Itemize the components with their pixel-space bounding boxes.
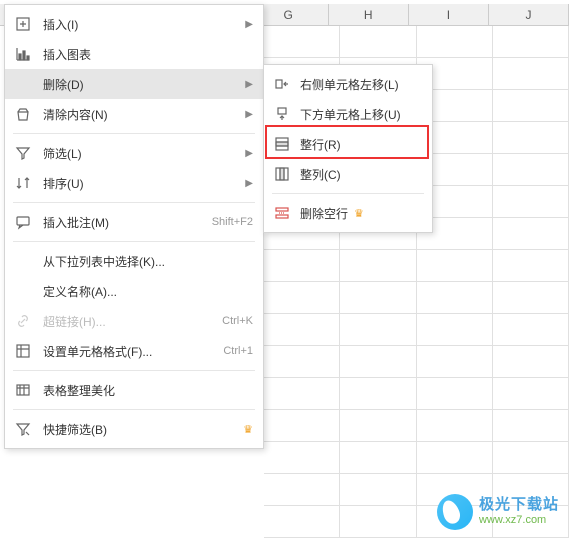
menu-select-from-list-label: 从下拉列表中选择(K)...: [43, 253, 253, 270]
menu-quick-filter-label: 快捷筛选(B): [43, 421, 237, 438]
menu-shortcut: Ctrl+1: [223, 345, 253, 357]
menu-separator: [13, 241, 255, 242]
sub-shift-left[interactable]: 右侧单元格左移(L): [264, 69, 432, 99]
menu-separator: [272, 193, 424, 194]
menu-quick-filter[interactable]: 快捷筛选(B) ♛: [5, 414, 263, 444]
shift-up-icon: [272, 104, 292, 124]
menu-insert-comment[interactable]: 插入批注(M) Shift+F2: [5, 207, 263, 237]
beautify-icon: [13, 380, 33, 400]
sub-shift-up-label: 下方单元格上移(U): [300, 106, 401, 123]
shift-left-icon: [272, 74, 292, 94]
menu-filter[interactable]: 筛选(L) ▶: [5, 138, 263, 168]
blank-icon: [13, 251, 33, 271]
col-header-i[interactable]: I: [409, 4, 489, 25]
sub-shift-left-label: 右侧单元格左移(L): [300, 76, 399, 93]
comment-icon: [13, 212, 33, 232]
menu-clear-label: 清除内容(N): [43, 106, 237, 123]
filter-icon: [13, 143, 33, 163]
col-header-j[interactable]: J: [489, 4, 569, 25]
submenu-arrow-icon: ▶: [245, 148, 253, 159]
menu-separator: [13, 370, 255, 371]
menu-hyperlink[interactable]: 超链接(H)... Ctrl+K: [5, 306, 263, 336]
crown-icon: ♛: [354, 207, 364, 220]
menu-shortcut: Shift+F2: [212, 216, 253, 228]
menu-clear[interactable]: 清除内容(N) ▶: [5, 99, 263, 129]
submenu-arrow-icon: ▶: [245, 19, 253, 30]
delete-submenu: 右侧单元格左移(L) 下方单元格上移(U) 整行(R) 整列(C) 删除空行 ♛: [263, 64, 433, 233]
watermark-logo-icon: [437, 494, 473, 530]
menu-beautify-label: 表格整理美化: [43, 382, 253, 399]
menu-beautify[interactable]: 表格整理美化: [5, 375, 263, 405]
watermark: 极光下载站 www.xz7.com: [437, 494, 559, 530]
submenu-arrow-icon: ▶: [245, 178, 253, 189]
hyperlink-icon: [13, 311, 33, 331]
menu-define-name-label: 定义名称(A)...: [43, 283, 253, 300]
menu-delete-label: 删除(D): [43, 76, 237, 93]
sub-delete-blank-label: 删除空行: [300, 205, 348, 222]
blank-icon: [13, 74, 33, 94]
menu-format-cells[interactable]: 设置单元格格式(F)... Ctrl+1: [5, 336, 263, 366]
menu-filter-label: 筛选(L): [43, 145, 237, 162]
column-icon: [272, 164, 292, 184]
menu-select-from-list[interactable]: 从下拉列表中选择(K)...: [5, 246, 263, 276]
menu-delete[interactable]: 删除(D) ▶: [5, 69, 263, 99]
submenu-arrow-icon: ▶: [245, 109, 253, 120]
delete-blank-icon: [272, 203, 292, 223]
crown-icon: ♛: [243, 423, 253, 436]
clear-icon: [13, 104, 33, 124]
watermark-url: www.xz7.com: [479, 514, 559, 527]
sub-shift-up[interactable]: 下方单元格上移(U): [264, 99, 432, 129]
col-header-h[interactable]: H: [329, 4, 409, 25]
format-cells-icon: [13, 341, 33, 361]
menu-insert-chart-label: 插入图表: [43, 46, 253, 63]
sub-entire-col-label: 整列(C): [300, 166, 341, 183]
sub-entire-col[interactable]: 整列(C): [264, 159, 432, 189]
menu-hyperlink-label: 超链接(H)...: [43, 313, 214, 330]
sub-entire-row[interactable]: 整行(R): [264, 129, 432, 159]
menu-insert-chart[interactable]: 插入图表: [5, 39, 263, 69]
menu-insert[interactable]: 插入(I) ▶: [5, 9, 263, 39]
sub-delete-blank[interactable]: 删除空行 ♛: [264, 198, 432, 228]
submenu-arrow-icon: ▶: [245, 79, 253, 90]
menu-insert-comment-label: 插入批注(M): [43, 214, 204, 231]
menu-define-name[interactable]: 定义名称(A)...: [5, 276, 263, 306]
sort-icon: [13, 173, 33, 193]
menu-shortcut: Ctrl+K: [222, 315, 253, 327]
menu-insert-label: 插入(I): [43, 16, 237, 33]
menu-format-cells-label: 设置单元格格式(F)...: [43, 343, 215, 360]
context-menu: 插入(I) ▶ 插入图表 删除(D) ▶ 清除内容(N) ▶ 筛选(L) ▶ 排…: [4, 4, 264, 449]
insert-cells-icon: [13, 14, 33, 34]
menu-sort-label: 排序(U): [43, 175, 237, 192]
blank-icon: [13, 281, 33, 301]
watermark-title: 极光下载站: [479, 496, 559, 514]
menu-separator: [13, 202, 255, 203]
menu-separator: [13, 409, 255, 410]
sub-entire-row-label: 整行(R): [300, 136, 341, 153]
chart-icon: [13, 44, 33, 64]
menu-sort[interactable]: 排序(U) ▶: [5, 168, 263, 198]
row-icon: [272, 134, 292, 154]
menu-separator: [13, 133, 255, 134]
quick-filter-icon: [13, 419, 33, 439]
